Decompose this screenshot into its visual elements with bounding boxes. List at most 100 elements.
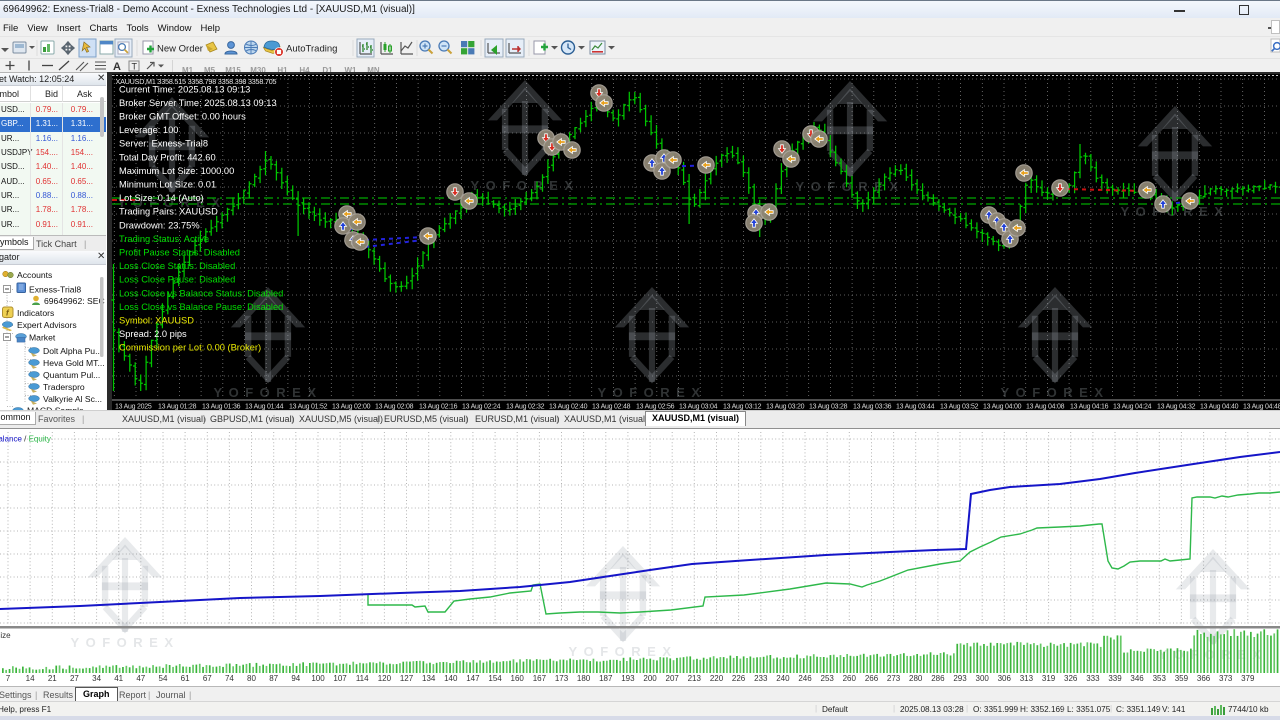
svg-text:54: 54 (159, 674, 168, 683)
svg-text:Quantum Pul...: Quantum Pul... (43, 370, 100, 380)
svg-text:173: 173 (555, 674, 569, 683)
svg-text:Heva Gold MT...: Heva Gold MT... (43, 358, 105, 368)
svg-text:New Order: New Order (157, 44, 203, 55)
svg-text:80: 80 (247, 674, 256, 683)
svg-text:Exness-Trial8: Exness-Trial8 (29, 285, 81, 295)
svg-text:273: 273 (887, 674, 901, 683)
svg-text:Balance / Equity: Balance / Equity (0, 435, 51, 444)
svg-text:Dolt Alpha Pu...: Dolt Alpha Pu... (43, 346, 102, 356)
svg-text:213: 213 (688, 674, 702, 683)
svg-text:Symbol: XAUUSD: Symbol: XAUUSD (119, 316, 194, 326)
svg-text:319: 319 (1042, 674, 1056, 683)
svg-text:379: 379 (1241, 674, 1255, 683)
svg-text:Loss Close vs Balance Status:: Loss Close vs Balance Status: Disabled (119, 288, 283, 298)
svg-text:373: 373 (1219, 674, 1233, 683)
svg-text:YOFOREX: YOFOREX (70, 635, 179, 650)
svg-text:69649962: SEC: 69649962: SEC (44, 296, 105, 306)
svg-text:Market: Market (29, 333, 56, 343)
svg-text:Lot size: Lot size (0, 631, 11, 640)
svg-text:Total Day Profit: 442.60: Total Day Profit: 442.60 (119, 152, 216, 162)
svg-text:366: 366 (1197, 674, 1211, 683)
svg-text:Loss Close Status: Disabled: Loss Close Status: Disabled (119, 261, 235, 271)
svg-text:Broker Server Time: 2025.08.13: Broker Server Time: 2025.08.13 09:13 (119, 98, 277, 108)
svg-text:306: 306 (998, 674, 1012, 683)
svg-text:220: 220 (710, 674, 724, 683)
svg-text:Trading Status: Active: Trading Status: Active (119, 234, 209, 244)
svg-text:Spread: 2.0 pips: Spread: 2.0 pips (119, 329, 187, 339)
svg-text:240: 240 (776, 674, 790, 683)
svg-text:107: 107 (333, 674, 347, 683)
svg-text:14: 14 (26, 674, 35, 683)
svg-text:41: 41 (114, 674, 123, 683)
svg-text:Loss Close vs Balance Pause: D: Loss Close vs Balance Pause: Disabled (119, 302, 283, 312)
svg-text:21: 21 (48, 674, 57, 683)
svg-text:T: T (132, 62, 138, 72)
svg-text:140: 140 (444, 674, 458, 683)
svg-text:34: 34 (92, 674, 101, 683)
svg-text:27: 27 (70, 674, 79, 683)
svg-text:286: 286 (931, 674, 945, 683)
svg-text:193: 193 (621, 674, 635, 683)
svg-text:Loss Close Pause: Disabled: Loss Close Pause: Disabled (119, 275, 235, 285)
svg-text:346: 346 (1130, 674, 1144, 683)
svg-text:127: 127 (400, 674, 414, 683)
svg-text:293: 293 (953, 674, 967, 683)
svg-text:Maximum Lot Size: 1000.00: Maximum Lot Size: 1000.00 (119, 166, 234, 176)
svg-text:YOFOREX: YOFOREX (795, 179, 904, 194)
svg-text:300: 300 (976, 674, 990, 683)
svg-text:339: 339 (1108, 674, 1122, 683)
svg-text:YOFOREX: YOFOREX (597, 385, 706, 400)
svg-text:Accounts: Accounts (17, 270, 52, 280)
svg-text:Leverage: 100: Leverage: 100 (119, 125, 178, 135)
svg-text:207: 207 (666, 674, 680, 683)
svg-text:94: 94 (291, 674, 300, 683)
svg-text:Lot Size: 0.14 (Auto): Lot Size: 0.14 (Auto) (119, 193, 204, 203)
svg-text:280: 280 (909, 674, 923, 683)
svg-text:200: 200 (643, 674, 657, 683)
svg-text:87: 87 (269, 674, 278, 683)
svg-text:Current Time: 2025.08.13 09:13: Current Time: 2025.08.13 09:13 (119, 84, 250, 94)
svg-text:100: 100 (311, 674, 325, 683)
svg-text:Indicators: Indicators (17, 308, 54, 318)
svg-text:Profit Pause Status: Disabled: Profit Pause Status: Disabled (119, 248, 240, 258)
svg-text:167: 167 (533, 674, 547, 683)
svg-text:74: 74 (225, 674, 234, 683)
svg-text:353: 353 (1153, 674, 1167, 683)
svg-text:180: 180 (577, 674, 591, 683)
svg-text:YOFOREX: YOFOREX (470, 178, 579, 193)
svg-text:YOFOREX: YOFOREX (1120, 204, 1229, 219)
svg-text:187: 187 (599, 674, 613, 683)
svg-text:246: 246 (798, 674, 812, 683)
svg-text:Traderspro: Traderspro (43, 382, 85, 392)
svg-text:47: 47 (136, 674, 145, 683)
svg-text:Commission per Lot: 0.00 (Brok: Commission per Lot: 0.00 (Broker) (119, 343, 261, 353)
svg-text:233: 233 (754, 674, 768, 683)
svg-text:Expert Advisors: Expert Advisors (17, 320, 77, 330)
svg-text:154: 154 (488, 674, 502, 683)
svg-text:326: 326 (1064, 674, 1078, 683)
svg-text:Valkyrie Al Sc...: Valkyrie Al Sc... (43, 394, 102, 404)
svg-text:7: 7 (6, 674, 11, 683)
svg-text:YOFOREX: YOFOREX (568, 644, 677, 659)
svg-text:114: 114 (356, 674, 369, 683)
svg-text:147: 147 (466, 674, 480, 683)
svg-text:120: 120 (378, 674, 392, 683)
svg-text:61: 61 (181, 674, 190, 683)
svg-text:160: 160 (511, 674, 525, 683)
svg-text:253: 253 (821, 674, 835, 683)
svg-text:Trading Pairs: XAUUSD: Trading Pairs: XAUUSD (119, 207, 218, 217)
svg-text:YOFOREX: YOFOREX (1000, 385, 1109, 400)
svg-text:Minimum Lot Size: 0.01: Minimum Lot Size: 0.01 (119, 180, 216, 190)
svg-text:359: 359 (1175, 674, 1189, 683)
svg-text:Broker GMT Offset: 0.00 hours: Broker GMT Offset: 0.00 hours (119, 112, 246, 122)
svg-text:226: 226 (732, 674, 746, 683)
svg-text:YOFOREX: YOFOREX (213, 385, 322, 400)
svg-text:Server: Exness-Trial8: Server: Exness-Trial8 (119, 139, 208, 149)
svg-text:313: 313 (1020, 674, 1034, 683)
svg-text:67: 67 (203, 674, 212, 683)
svg-text:Drawdown: 23.75%: Drawdown: 23.75% (119, 220, 200, 230)
svg-text:333: 333 (1086, 674, 1100, 683)
svg-text:260: 260 (843, 674, 857, 683)
svg-text:134: 134 (422, 674, 436, 683)
svg-text:AutoTrading: AutoTrading (286, 44, 337, 55)
